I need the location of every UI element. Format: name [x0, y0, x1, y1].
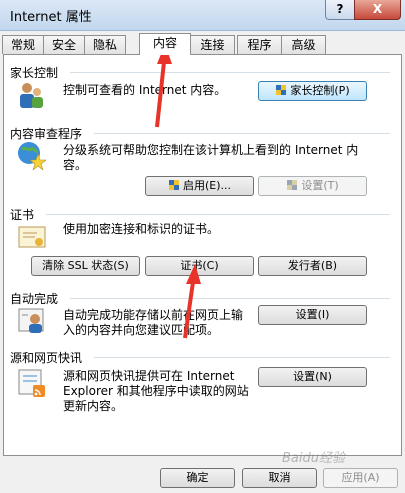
parental-controls-icon	[20, 83, 43, 108]
certificates-button[interactable]: 证书(C)	[145, 256, 254, 276]
help-button[interactable]: ?	[325, 0, 355, 20]
parental-controls-title: 家长控制	[10, 66, 59, 80]
content-advisor-desc-line2: 容。	[63, 158, 88, 172]
advisor-settings-button[interactable]: 设置(T)	[258, 176, 367, 196]
parental-controls-button[interactable]: 家长控制(P)	[258, 81, 367, 101]
feeds-desc-line3: 更新内容。	[63, 399, 124, 413]
group-divider	[46, 214, 390, 215]
tab-programs[interactable]: 程序	[237, 35, 282, 54]
group-divider	[70, 72, 390, 73]
uac-shield-icon	[287, 180, 298, 190]
internet-properties-window: Internet 属性 ? X 常规 安全 隐私 内容 连接 程序 高级 家长控…	[0, 0, 405, 493]
feeds-desc-line1: 源和网页快讯提供可在 Internet	[63, 369, 235, 383]
apply-button[interactable]: 应用(A)	[323, 468, 398, 488]
uac-shield-icon	[168, 180, 179, 190]
window-title: Internet 属性	[10, 10, 92, 25]
feeds-desc-line2: Explorer 和其他程序中读取的网站	[63, 384, 249, 398]
feeds-title: 源和网页快讯	[10, 351, 83, 365]
tab-privacy[interactable]: 隐私	[84, 35, 126, 54]
title-bar: Internet 属性 ? X	[0, 0, 405, 31]
autocomplete-desc-line2: 入的内容并向您建议匹配项。	[63, 323, 220, 337]
certificates-desc: 使用加密连接和标识的证书。	[63, 222, 220, 236]
group-divider	[70, 298, 390, 299]
tab-content[interactable]: 内容	[139, 33, 191, 55]
ok-button[interactable]: 确定	[160, 468, 235, 488]
clear-ssl-state-button[interactable]: 清除 SSL 状态(S)	[31, 256, 140, 276]
group-divider	[94, 357, 390, 358]
publishers-button[interactable]: 发行者(B)	[258, 256, 367, 276]
certificate-icon	[18, 226, 46, 248]
tab-connections[interactable]: 连接	[190, 35, 235, 54]
autocomplete-icon	[18, 308, 44, 333]
parental-controls-button-label: 家长控制(P)	[290, 84, 350, 97]
enable-button-label: 启用(E)...	[182, 179, 232, 192]
uac-shield-icon	[276, 85, 287, 95]
group-divider	[94, 133, 390, 134]
certificates-title: 证书	[10, 208, 35, 222]
content-advisor-desc-line1: 分级系统可帮助您控制在该计算机上看到的 Internet 内	[63, 143, 359, 157]
autocomplete-settings-button[interactable]: 设置(I)	[258, 305, 367, 325]
parental-controls-desc: 控制可查看的 Internet 内容。	[63, 83, 227, 97]
cancel-button[interactable]: 取消	[242, 468, 317, 488]
tab-security[interactable]: 安全	[43, 35, 85, 54]
feeds-settings-button[interactable]: 设置(N)	[258, 367, 367, 387]
globe-star-icon	[18, 142, 46, 170]
enable-button[interactable]: 启用(E)...	[145, 176, 254, 196]
feeds-icon	[18, 369, 45, 397]
autocomplete-desc-line1: 自动完成功能存储以前在网页上输	[63, 308, 244, 322]
close-button[interactable]: X	[354, 0, 401, 20]
advisor-settings-button-label: 设置(T)	[301, 179, 339, 192]
tab-advanced[interactable]: 高级	[281, 35, 326, 54]
tab-general[interactable]: 常规	[2, 35, 44, 54]
watermark: Baidu经验	[282, 451, 345, 466]
tab-strip: 常规 安全 隐私 内容 连接 程序 高级	[0, 33, 405, 55]
